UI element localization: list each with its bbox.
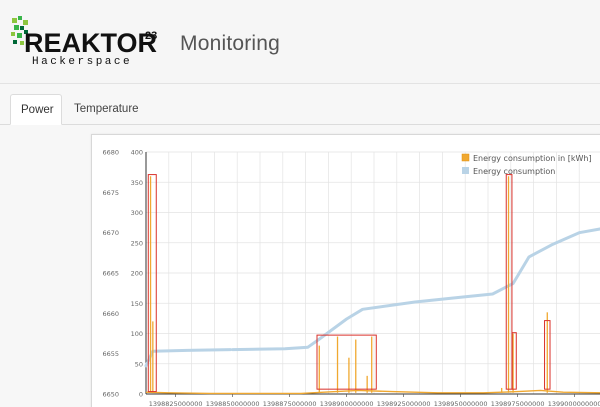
x-tick-label: 1398825000000 — [149, 400, 203, 407]
tab-power[interactable]: Power — [10, 94, 62, 125]
energy-line-segment — [144, 348, 232, 368]
y-left-tick-label: 6670 — [102, 229, 119, 237]
y-right-tick-label: 50 — [135, 360, 143, 368]
y-left-tick-label: 6675 — [102, 189, 119, 197]
y-left-tick-label: 6655 — [102, 350, 119, 358]
y-right-tick-label: 150 — [131, 300, 143, 308]
app-header: REAKTOR 23 Hackerspace Monitoring — [0, 0, 600, 84]
energy-chart: 6650 6655 6660 6665 6670 6675 6680 0 50 100 150 20… — [102, 149, 600, 407]
y-right-tick-label: 200 — [131, 270, 143, 278]
y-right-tick-label: 300 — [131, 209, 143, 217]
reaktor23-logo[interactable]: REAKTOR 23 Hackerspace — [10, 14, 160, 66]
legend-label-energy: Energy consumption — [473, 167, 555, 176]
x-axis-ticks: 1398825000000 1398850000000 1398875000000 1… — [149, 394, 600, 407]
x-tick-label: 1398875000000 — [263, 400, 317, 407]
y-left-tick-label: 6680 — [102, 149, 119, 157]
y-right-tick-label: 250 — [131, 239, 143, 247]
x-tick-label: 1399000000000 — [548, 400, 600, 407]
legend-swatch-energy — [462, 167, 469, 174]
legend-label-kwh: Energy consumption in [kWh] — [473, 154, 592, 163]
y-right-tick-label: 0 — [139, 391, 143, 399]
x-tick-label: 1398950000000 — [434, 400, 488, 407]
y-left-tick-label: 6650 — [102, 391, 119, 399]
y-right-tick-label: 400 — [131, 149, 143, 157]
x-tick-label: 1398975000000 — [491, 400, 545, 407]
y-right-tick-label: 100 — [131, 330, 143, 338]
logo-subtext: Hackerspace — [32, 56, 132, 66]
legend-swatch-kwh — [461, 153, 470, 162]
x-tick-label: 1398925000000 — [377, 400, 431, 407]
y-left-tick-label: 6665 — [102, 270, 119, 278]
x-tick-label: 1398850000000 — [206, 400, 260, 407]
logo-wordmark: REAKTOR — [24, 28, 157, 58]
y-right-tick-label: 350 — [131, 179, 143, 187]
logo-superscript: 23 — [145, 30, 157, 42]
tab-temperature[interactable]: Temperature — [64, 94, 149, 125]
chart-grid — [145, 151, 600, 395]
right-axis-ticks: 0 50 100 150 200 250 300 350 400 — [131, 149, 143, 399]
chart-panel: 6650 6655 6660 6665 6670 6675 6680 0 50 100 150 20… — [91, 134, 600, 407]
y-left-tick-label: 6660 — [102, 310, 119, 318]
left-axis-ticks: 6650 6655 6660 6665 6670 6675 6680 — [102, 149, 119, 399]
tab-bar: Power Temperature — [0, 94, 600, 125]
chart-legend: Energy consumption in [kWh] Energy consu… — [461, 153, 592, 176]
x-tick-label: 1398900000000 — [320, 400, 374, 407]
page-title: Monitoring — [180, 32, 281, 55]
